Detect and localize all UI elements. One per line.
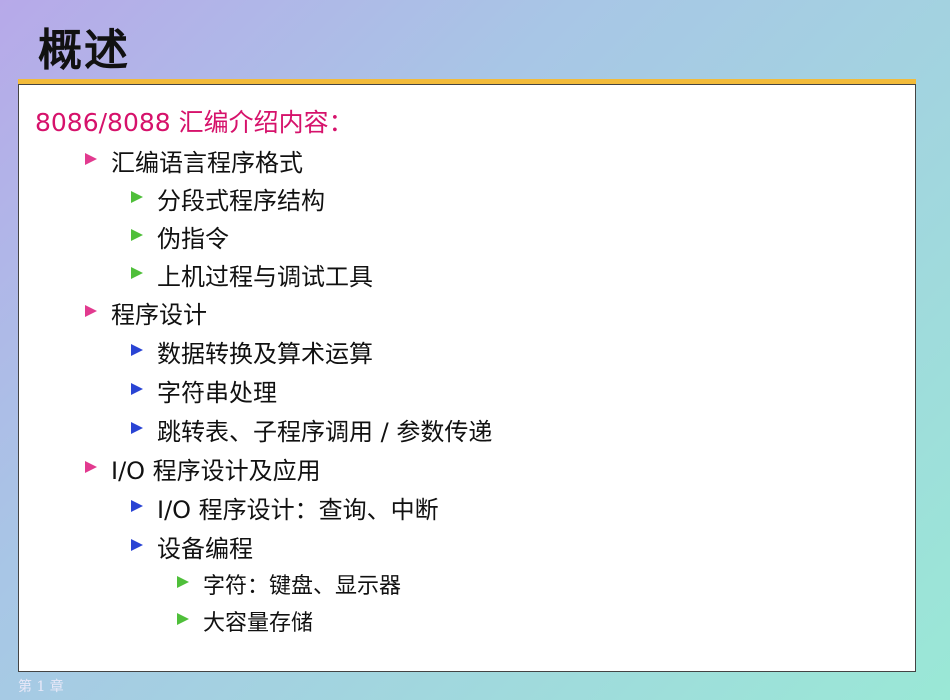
slide-footer: 第 1 章 [18,679,64,695]
arrow-bullet-icon [131,228,143,241]
list-item-level3: 字符：键盘、显示器 [177,568,401,600]
list-item-level2: I/O 程序设计：查询、中断 [131,490,439,525]
list-item-label: I/O 程序设计及应用 [111,457,321,485]
list-item-level2: 分段式程序结构 [131,181,325,216]
arrow-bullet-icon [85,460,97,473]
arrow-bullet-icon [131,266,143,279]
arrow-bullet-icon [85,304,97,317]
list-item-level2: 上机过程与调试工具 [131,257,373,292]
arrow-bullet-icon [131,499,143,512]
arrow-bullet-icon [131,421,143,434]
arrow-bullet-icon [131,538,143,551]
list-item-label: 汇编语言程序格式 [111,149,303,177]
arrow-bullet-icon [131,343,143,356]
list-item-level1: 程序设计 [85,295,207,330]
list-item-level3: 大容量存储 [177,605,313,637]
list-item-label: 伪指令 [157,225,229,253]
list-item-level2: 字符串处理 [131,373,277,408]
list-item-label: 程序设计 [111,301,207,329]
list-item-label: 字符串处理 [157,379,277,407]
list-item-label: 大容量存储 [203,611,314,636]
list-item-label: 设备编程 [157,535,253,563]
list-item-level2: 伪指令 [131,219,229,254]
list-item-level1: 汇编语言程序格式 [85,143,303,178]
list-item-label: 跳转表、子程序调用 / 参数传递 [157,418,493,446]
content-heading: 8086/8088 汇编介绍内容： [35,108,354,137]
list-item-label: 上机过程与调试工具 [157,263,373,291]
list-item-label: 字符：键盘、显示器 [203,574,402,599]
list-item-level2: 跳转表、子程序调用 / 参数传递 [131,412,492,447]
arrow-bullet-icon [85,152,97,165]
list-item-level2: 数据转换及算术运算 [131,334,373,369]
arrow-bullet-icon [131,382,143,395]
arrow-bullet-icon [131,190,143,203]
list-item-level2: 设备编程 [131,529,253,564]
list-item-level1: I/O 程序设计及应用 [85,451,321,486]
content-box: 8086/8088 汇编介绍内容： 汇编语言程序格式 分段式程序结构 伪指令 上… [18,79,916,672]
arrow-bullet-icon [177,613,189,625]
arrow-bullet-icon [177,576,189,588]
list-item-label: I/O 程序设计：查询、中断 [157,496,439,524]
list-item-label: 数据转换及算术运算 [157,340,373,368]
slide-title: 概述 [38,25,130,76]
list-item-label: 分段式程序结构 [157,187,325,215]
